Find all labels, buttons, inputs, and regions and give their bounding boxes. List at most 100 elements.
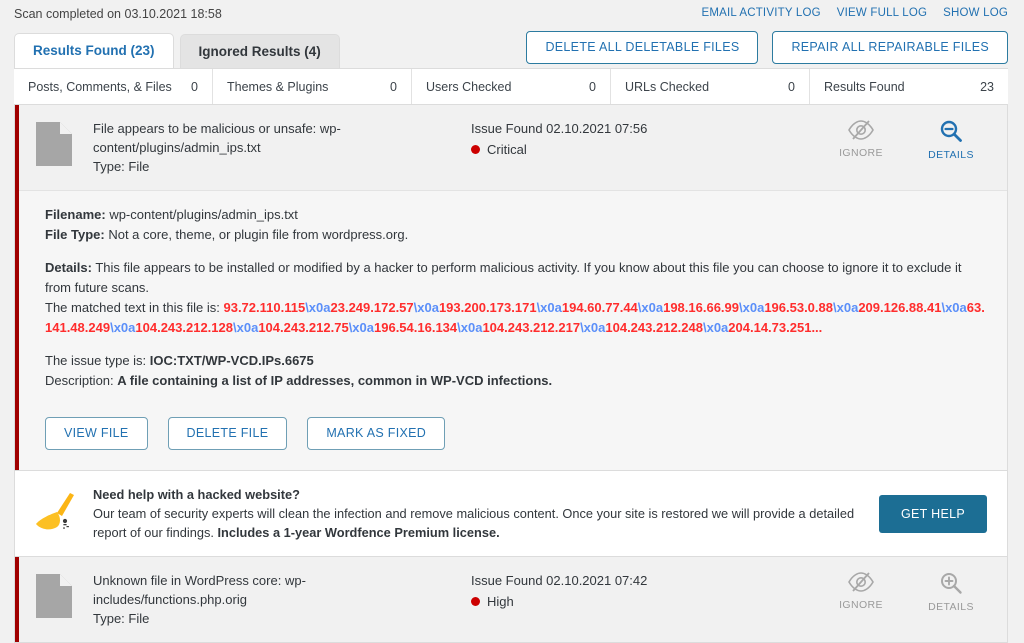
result-actions: IGNORE DETAILS	[831, 119, 1007, 161]
stat-value: 23	[980, 79, 994, 94]
details-label: DETAILS	[928, 149, 974, 161]
matched-ip: 198.16.66.99	[663, 300, 739, 315]
show-log-link[interactable]: SHOW LOG	[943, 7, 1008, 19]
issue-type-line: The issue type is: IOC:TXT/WP-VCD.IPs.66…	[45, 351, 985, 371]
ignore-button[interactable]: IGNORE	[831, 119, 891, 161]
tab-ignored-results[interactable]: Ignored Results (4)	[179, 34, 340, 68]
mark-as-fixed-button[interactable]: MARK AS FIXED	[307, 417, 446, 450]
detail-filename-line: Filename: wp-content/plugins/admin_ips.t…	[45, 205, 985, 225]
details-toggle-button[interactable]: DETAILS	[921, 571, 981, 613]
scan-summary-strip: Posts, Comments, & Files 0 Themes & Plug…	[14, 68, 1008, 105]
matched-ip: 104.243.212.217	[482, 320, 581, 335]
details-toggle-button[interactable]: DETAILS	[921, 119, 981, 161]
result-actions: IGNORE DETAILS	[831, 571, 1007, 613]
tab-results-found[interactable]: Results Found (23)	[14, 33, 174, 68]
tab-row: Results Found (23) Ignored Results (4) D…	[0, 28, 1024, 68]
matched-separator: \x0a	[233, 320, 259, 335]
result-details-panel: Filename: wp-content/plugins/admin_ips.t…	[15, 190, 1007, 470]
issue-type-value: IOC:TXT/WP-VCD.IPs.6675	[149, 353, 314, 368]
result-card-malicious-file: File appears to be malicious or unsafe: …	[14, 105, 1008, 471]
top-bar: Scan completed on 03.10.2021 18:58 EMAIL…	[0, 0, 1024, 28]
bulk-actions: DELETE ALL DELETABLE FILES REPAIR ALL RE…	[526, 31, 1008, 68]
severity-label: Critical	[487, 142, 527, 157]
matched-separator: \x0a	[580, 320, 606, 335]
matched-ip: 23.249.172.57	[330, 300, 414, 315]
file-glyph-svg	[36, 122, 72, 166]
matched-ellipsis: ...	[811, 320, 823, 335]
filetype-value: Not a core, theme, or plugin file from w…	[108, 227, 409, 242]
issue-description-value: A file containing a list of IP addresses…	[117, 373, 553, 388]
matched-ip: 193.200.173.171	[438, 300, 537, 315]
details-label: DETAILS	[928, 601, 974, 613]
matched-separator: \x0a	[457, 320, 483, 335]
stat-value: 0	[788, 79, 795, 94]
issue-description-line: Description: A file containing a list of…	[45, 371, 985, 391]
magnifier-minus-icon	[940, 120, 962, 142]
result-card-unknown-core-file: Unknown file in WordPress core: wp-inclu…	[14, 557, 1008, 643]
repair-all-repairable-files-button[interactable]: REPAIR ALL REPAIRABLE FILES	[772, 31, 1008, 64]
result-meta-block: Issue Found 02.10.2021 07:42 High	[393, 571, 831, 611]
filename-label: Filename:	[45, 207, 106, 222]
stat-value: 0	[390, 79, 397, 94]
matched-ip: 93.72.110.115	[223, 300, 306, 315]
details-word-label: Details:	[45, 260, 92, 275]
stat-urls-checked: URLs Checked 0	[611, 69, 810, 104]
matched-ip: 104.243.212.128	[135, 320, 233, 335]
eye-slash-icon	[848, 572, 874, 592]
stat-value: 0	[589, 79, 596, 94]
matched-ip: 204.14.73.251	[728, 320, 812, 335]
severity-bar	[15, 105, 19, 470]
file-icon	[15, 119, 93, 167]
matched-separator: \x0a	[702, 320, 729, 335]
stat-users-checked: Users Checked 0	[412, 69, 611, 104]
view-file-button[interactable]: VIEW FILE	[45, 417, 148, 450]
severity-indicator: Critical	[471, 140, 831, 159]
severity-dot-icon	[471, 145, 480, 154]
severity-dot-icon	[471, 597, 480, 606]
scan-status-text: Scan completed on 03.10.2021 18:58	[14, 7, 222, 21]
broom-icon	[15, 491, 93, 537]
promo-text-block: Need help with a hacked website? Our tea…	[93, 485, 879, 542]
detail-filetype-line: File Type: Not a core, theme, or plugin …	[45, 225, 985, 245]
ignore-button[interactable]: IGNORE	[831, 571, 891, 613]
log-links: EMAIL ACTIVITY LOG VIEW FULL LOG SHOW LO…	[701, 6, 1008, 19]
matched-ip: 196.53.0.88	[764, 300, 833, 315]
issue-found-date: Issue Found 02.10.2021 07:56	[471, 121, 648, 136]
delete-file-button[interactable]: DELETE FILE	[167, 417, 288, 450]
ignore-label: IGNORE	[839, 147, 883, 159]
delete-all-deletable-files-button[interactable]: DELETE ALL DELETABLE FILES	[526, 31, 759, 64]
promo-body-highlight: Includes a 1-year Wordfence Premium lice…	[217, 525, 500, 540]
stat-themes-plugins: Themes & Plugins 0	[213, 69, 412, 104]
view-full-log-link[interactable]: VIEW FULL LOG	[837, 7, 927, 19]
get-help-banner: Need help with a hacked website? Our tea…	[14, 471, 1008, 557]
matched-prefix: The matched text in this file is:	[45, 300, 220, 315]
matched-ip: 104.243.212.248	[605, 320, 703, 335]
result-type: Type: File	[93, 159, 150, 174]
stat-label: Posts, Comments, & Files	[28, 79, 172, 94]
details-body-text: This file appears to be installed or mod…	[45, 260, 962, 295]
matched-separator: \x0a	[348, 320, 374, 335]
severity-label: High	[487, 594, 514, 609]
matched-ip: 196.54.16.134	[374, 320, 458, 335]
matched-separator: \x0a	[637, 300, 664, 315]
promo-body: Our team of security experts will clean …	[93, 504, 855, 542]
matched-ip: 194.60.77.44	[561, 300, 638, 315]
ignore-label: IGNORE	[839, 599, 883, 611]
email-activity-log-link[interactable]: EMAIL ACTIVITY LOG	[701, 7, 820, 19]
severity-bar	[15, 557, 19, 642]
severity-indicator: High	[471, 592, 831, 611]
matched-ip: 104.243.212.75	[258, 320, 349, 335]
matched-separator: \x0a	[413, 300, 439, 315]
results-list: File appears to be malicious or unsafe: …	[14, 105, 1008, 643]
broom-glyph-svg	[36, 492, 74, 529]
matched-separator: \x0a	[833, 300, 859, 315]
issue-description-label: Description:	[45, 373, 114, 388]
matched-separator: \x0a	[110, 320, 136, 335]
get-help-button[interactable]: GET HELP	[879, 494, 987, 533]
filename-value: wp-content/plugins/admin_ips.txt	[109, 207, 298, 222]
detail-action-buttons: VIEW FILE DELETE FILE MARK AS FIXED	[45, 417, 985, 450]
matched-ip: 209.126.88.41	[858, 300, 942, 315]
stat-value: 0	[191, 79, 198, 94]
